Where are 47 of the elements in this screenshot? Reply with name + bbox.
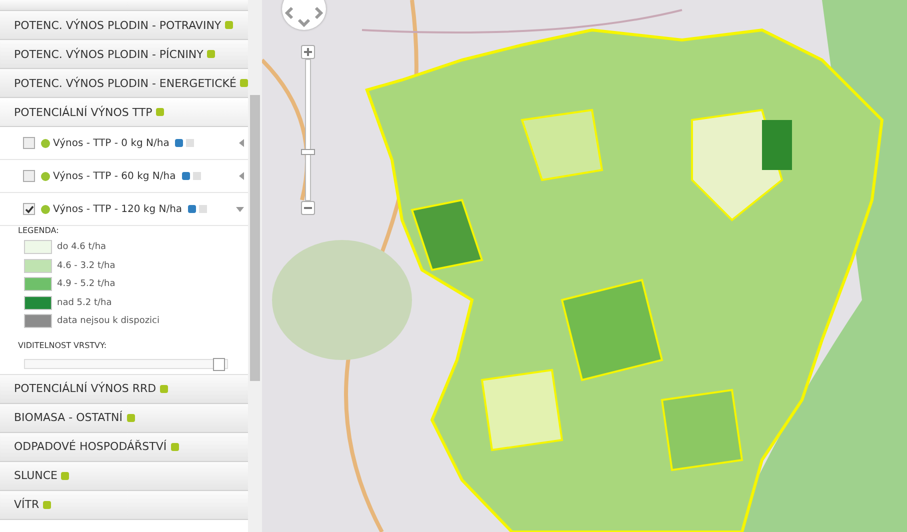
square-icon xyxy=(186,139,194,147)
layer-group-icon xyxy=(160,384,168,392)
zoom-out-button[interactable] xyxy=(301,201,315,215)
square-icon xyxy=(192,172,201,180)
square-icon xyxy=(199,205,208,213)
section-header[interactable]: SLUNCE xyxy=(0,462,248,490)
layer-group-icon xyxy=(43,500,52,508)
section-header[interactable]: POTENC. VÝNOS PLODIN - POTRAVINY xyxy=(0,11,248,40)
scrollbar-thumb[interactable] xyxy=(250,95,260,381)
info-icon xyxy=(188,205,196,213)
zoom-in-button[interactable] xyxy=(301,45,315,59)
section-header[interactable]: POTENC. VÝNOS PLODIN - ENERGETICKÉ xyxy=(0,69,248,98)
layer-group-icon xyxy=(240,79,248,87)
section-header[interactable]: VÍTR xyxy=(0,490,248,520)
legend-label: data nejsou k dispozici xyxy=(57,316,160,326)
slider-thumb[interactable] xyxy=(212,358,225,370)
layer-group-icon xyxy=(170,442,179,450)
legend-label: do 4.6 t/ha xyxy=(57,242,106,252)
layer-group-icon xyxy=(225,21,234,29)
layer-group-icon xyxy=(207,50,216,58)
layer-label: Výnos - TTP - 120 kg N/ha xyxy=(53,204,182,214)
zoom-slider-thumb[interactable] xyxy=(301,149,315,156)
status-dot-icon xyxy=(41,138,50,148)
status-dot-icon xyxy=(41,204,50,214)
checkbox[interactable] xyxy=(23,170,35,182)
layer-label: Výnos - TTP - 60 kg N/ha xyxy=(53,170,176,182)
info-icon xyxy=(182,172,190,180)
legend-label: 4.9 - 5.2 t/ha xyxy=(57,279,116,290)
legend-label: nad 5.2 t/ha xyxy=(57,298,112,308)
checkbox[interactable] xyxy=(23,203,35,215)
section-header[interactable]: ODPADOVÉ HOSPODÁŘSTVÍ xyxy=(0,432,248,462)
layer-group-icon xyxy=(126,414,135,422)
checkbox[interactable] xyxy=(23,137,35,149)
section-header[interactable]: BIOMASA - OSTATNÍ xyxy=(0,404,248,432)
legend-title: LEGENDA: xyxy=(18,226,60,235)
layer-group-icon xyxy=(61,472,70,480)
scrollbar[interactable] xyxy=(248,0,262,532)
section-header[interactable]: POTENCIÁLNÍ VÝNOS RRD xyxy=(0,374,248,404)
layer-label: Výnos - TTP - 0 kg N/ha xyxy=(53,138,170,148)
section-header[interactable]: POTENC. VÝNOS PLODIN - PÍCNINY xyxy=(0,40,248,69)
info-icon xyxy=(175,139,184,147)
opacity-slider[interactable] xyxy=(24,358,228,368)
opacity-label: VIDITELNOST VRSTVY: xyxy=(18,340,108,350)
status-dot-icon xyxy=(41,172,50,180)
layer-group-icon xyxy=(156,108,164,116)
legend-label: 4.6 - 3.2 t/ha xyxy=(57,260,116,271)
section-header[interactable] xyxy=(0,0,248,11)
